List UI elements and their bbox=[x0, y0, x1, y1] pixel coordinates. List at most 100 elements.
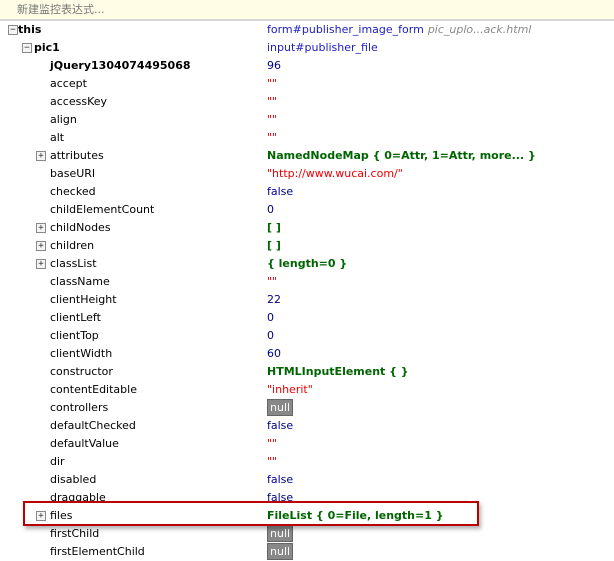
property-name: accept bbox=[50, 77, 87, 90]
property-value: "" bbox=[267, 453, 277, 471]
property-value-text: 96 bbox=[267, 59, 281, 72]
property-value-text: null bbox=[267, 399, 294, 416]
property-name: checked bbox=[50, 185, 96, 198]
property-value: "" bbox=[267, 129, 277, 147]
property-name: align bbox=[50, 113, 77, 126]
property-name: pic1 bbox=[34, 41, 60, 54]
collapse-icon[interactable]: − bbox=[8, 25, 18, 35]
property-value-text: FileList { 0=File, length=1 } bbox=[267, 509, 444, 522]
property-value-text: "" bbox=[267, 437, 278, 450]
watch-row-draggable[interactable]: draggable false bbox=[0, 489, 614, 507]
property-value: 0 bbox=[267, 201, 274, 219]
property-name: controllers bbox=[50, 401, 109, 414]
watch-row-controllers[interactable]: controllers null bbox=[0, 399, 614, 417]
source-file[interactable]: pic_uplo...ack.html bbox=[428, 23, 532, 36]
property-value[interactable]: HTMLInputElement { } bbox=[267, 363, 409, 381]
property-name: defaultValue bbox=[50, 437, 119, 450]
expand-icon[interactable]: + bbox=[36, 259, 46, 269]
property-value: 96 bbox=[267, 57, 281, 75]
property-value: 0 bbox=[267, 309, 274, 327]
watch-row-clientWidth[interactable]: clientWidth 60 bbox=[0, 345, 614, 363]
property-value-text: "" bbox=[267, 77, 278, 90]
expand-icon[interactable]: + bbox=[36, 511, 46, 521]
expand-icon[interactable]: + bbox=[36, 223, 46, 233]
watch-row-childNodes[interactable]: + childNodes [ ] bbox=[0, 219, 614, 237]
watch-row-classList[interactable]: + classList { length=0 } bbox=[0, 255, 614, 273]
watch-row-accessKey[interactable]: accessKey "" bbox=[0, 93, 614, 111]
property-value[interactable]: FileList { 0=File, length=1 } bbox=[267, 507, 444, 525]
property-value: null bbox=[267, 399, 294, 417]
property-name: clientWidth bbox=[50, 347, 113, 360]
watch-row-checked[interactable]: checked false bbox=[0, 183, 614, 201]
property-value-text: 0 bbox=[267, 203, 274, 216]
watch-row-baseURI[interactable]: baseURI "http://www.wucai.com/" bbox=[0, 165, 614, 183]
expand-icon[interactable]: + bbox=[36, 241, 46, 251]
property-value-text: "" bbox=[267, 455, 278, 468]
property-value[interactable]: form#publisher_image_form pic_uplo...ack.… bbox=[267, 21, 531, 39]
property-value-text: "" bbox=[267, 113, 278, 126]
watch-row-childElementCount[interactable]: childElementCount 0 bbox=[0, 201, 614, 219]
property-value: "" bbox=[267, 93, 277, 111]
property-name: jQuery1304074495068 bbox=[50, 59, 191, 72]
watch-row-this[interactable]: − this form#publisher_image_form pic_uplo..… bbox=[0, 21, 614, 39]
property-value[interactable]: [ ] bbox=[267, 237, 281, 255]
property-value: null bbox=[267, 525, 294, 543]
property-value-text: 0 bbox=[267, 311, 274, 324]
watch-row-defaultChecked[interactable]: defaultChecked false bbox=[0, 417, 614, 435]
watch-row-clientHeight[interactable]: clientHeight 22 bbox=[0, 291, 614, 309]
property-value-text: { length=0 } bbox=[267, 257, 348, 270]
property-value: null bbox=[267, 543, 294, 561]
property-value-text: 0 bbox=[267, 329, 274, 342]
property-value: false bbox=[267, 489, 293, 507]
watch-row-files[interactable]: + files FileList { 0=File, length=1 } bbox=[0, 507, 614, 525]
property-value-text: false bbox=[267, 419, 294, 432]
property-value[interactable]: [ ] bbox=[267, 219, 281, 237]
property-name: className bbox=[50, 275, 110, 288]
property-value: "" bbox=[267, 273, 277, 291]
property-value-text: NamedNodeMap { 0=Attr, 1=Attr, more... } bbox=[267, 149, 536, 162]
property-name: firstChild bbox=[50, 527, 100, 540]
watch-row-clientLeft[interactable]: clientLeft 0 bbox=[0, 309, 614, 327]
property-value-text: null bbox=[267, 525, 294, 542]
watch-row-dir[interactable]: dir "" bbox=[0, 453, 614, 471]
property-name: alt bbox=[50, 131, 65, 144]
watch-row-align[interactable]: align "" bbox=[0, 111, 614, 129]
property-name: accessKey bbox=[50, 95, 108, 108]
property-name: clientHeight bbox=[50, 293, 117, 306]
watch-row-constructor[interactable]: constructor HTMLInputElement { } bbox=[0, 363, 614, 381]
property-value-text: 22 bbox=[267, 293, 281, 306]
property-name: baseURI bbox=[50, 167, 96, 180]
watch-row-firstElementChild[interactable]: firstElementChild null bbox=[0, 543, 614, 561]
watch-row-firstChild[interactable]: firstChild null bbox=[0, 525, 614, 543]
watch-row-children[interactable]: + children [ ] bbox=[0, 237, 614, 255]
property-value[interactable]: { length=0 } bbox=[267, 255, 347, 273]
property-value-text: "" bbox=[267, 131, 278, 144]
watch-row-accept[interactable]: accept "" bbox=[0, 75, 614, 93]
property-value-text: null bbox=[267, 543, 294, 560]
property-name: draggable bbox=[50, 491, 106, 504]
new-watch-expression-input[interactable]: 新建监控表达式... bbox=[0, 0, 614, 21]
property-value-text: input#publisher_file bbox=[267, 41, 378, 54]
property-value-text: false bbox=[267, 473, 294, 486]
property-value[interactable]: NamedNodeMap { 0=Attr, 1=Attr, more... } bbox=[267, 147, 536, 165]
property-value: false bbox=[267, 183, 293, 201]
watch-row-pic1[interactable]: − pic1 input#publisher_file bbox=[0, 39, 614, 57]
watch-row-clientTop[interactable]: clientTop 0 bbox=[0, 327, 614, 345]
property-name: dir bbox=[50, 455, 65, 468]
property-name: firstElementChild bbox=[50, 545, 145, 558]
watch-row-className[interactable]: className "" bbox=[0, 273, 614, 291]
expand-icon[interactable]: + bbox=[36, 151, 46, 161]
watch-row-contentEditable[interactable]: contentEditable "inherit" bbox=[0, 381, 614, 399]
watch-row-disabled[interactable]: disabled false bbox=[0, 471, 614, 489]
property-value: "" bbox=[267, 435, 277, 453]
watch-row-alt[interactable]: alt "" bbox=[0, 129, 614, 147]
watch-row-attributes[interactable]: + attributes NamedNodeMap { 0=Attr, 1=Attr… bbox=[0, 147, 614, 165]
watch-row-defaultValue[interactable]: defaultValue "" bbox=[0, 435, 614, 453]
property-value-text: [ ] bbox=[267, 239, 281, 252]
watch-row-jQuery1304074495068[interactable]: jQuery1304074495068 96 bbox=[0, 57, 614, 75]
property-name: contentEditable bbox=[50, 383, 137, 396]
collapse-icon[interactable]: − bbox=[22, 43, 32, 53]
property-name: childElementCount bbox=[50, 203, 155, 216]
property-value: "" bbox=[267, 111, 277, 129]
property-value[interactable]: input#publisher_file bbox=[267, 39, 378, 57]
